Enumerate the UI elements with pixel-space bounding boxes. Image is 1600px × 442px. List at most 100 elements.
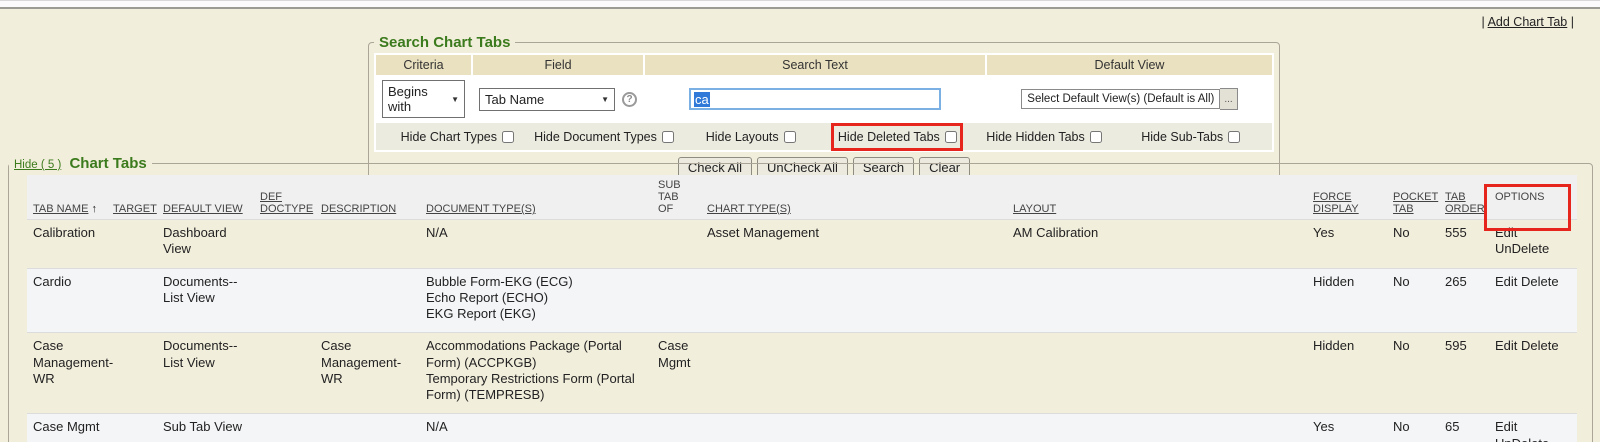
add-chart-tab-row: | Add Chart Tab |: [1482, 15, 1574, 29]
column-header-chart-types[interactable]: CHART TYPE(S): [707, 203, 791, 215]
hide-deleted-tabs-checkbox-input[interactable]: [945, 131, 957, 143]
cell-default-view: Dashboard View: [157, 220, 254, 269]
column-header-default-view[interactable]: DEFAULT VIEW: [163, 203, 243, 215]
checkbox-label: Hide Sub-Tabs: [1141, 130, 1223, 144]
table-row: Calibration Dashboard View N/A Asset Man…: [27, 220, 1577, 269]
help-icon[interactable]: ?: [622, 92, 637, 107]
cell-document-types: Bubble Form-EKG (ECG) Echo Report (ECHO)…: [420, 268, 652, 333]
hide-deleted-tabs-checkbox[interactable]: Hide Deleted Tabs: [838, 130, 957, 144]
delete-link[interactable]: Delete: [1521, 274, 1559, 289]
checkbox-label: Hide Deleted Tabs: [838, 130, 940, 144]
cell-default-view: Documents-- List View: [157, 333, 254, 414]
cell-document-types: N/A: [420, 220, 652, 269]
column-header-tab-name[interactable]: TAB NAME: [33, 203, 88, 215]
table-row: Case Management- WR Documents-- List Vie…: [27, 333, 1577, 414]
search-text-input[interactable]: ca: [689, 88, 941, 110]
cell-sub-tab-of: [652, 220, 701, 269]
default-view-picker[interactable]: Select Default View(s) (Default is All) …: [1021, 88, 1237, 110]
column-header-def-doctype[interactable]: DEF DOCTYPE: [260, 191, 313, 215]
delete-link[interactable]: Delete: [1521, 338, 1559, 353]
hide-sub-tabs-checkbox[interactable]: Hide Sub-Tabs: [1141, 130, 1240, 144]
hide-layouts-checkbox-input[interactable]: [784, 131, 796, 143]
hide-document-types-checkbox-input[interactable]: [662, 131, 674, 143]
search-text-column-header: Search Text: [645, 55, 985, 75]
cell-description: [315, 414, 420, 442]
cell-layout: [1007, 333, 1307, 414]
sort-ascending-icon: ↑: [91, 203, 97, 215]
hide-layouts-checkbox[interactable]: Hide Layouts: [706, 130, 796, 144]
cell-sub-tab-of: [652, 414, 701, 442]
cell-tab-order: 595: [1439, 333, 1489, 414]
default-view-cell: Select Default View(s) (Default is All) …: [987, 77, 1272, 121]
cell-options: Edit Delete: [1489, 268, 1577, 333]
window-top-strip: [0, 0, 1600, 9]
cell-target: [107, 268, 157, 333]
field-cell: Tab Name ▼ ?: [473, 77, 643, 121]
criteria-cell: Begins with ▼: [376, 77, 471, 121]
chevron-down-icon: ▼: [451, 95, 459, 104]
cell-tab-order: 265: [1439, 268, 1489, 333]
cell-document-types: Accommodations Package (Portal Form) (AC…: [420, 333, 652, 414]
column-header-layout[interactable]: LAYOUT: [1013, 203, 1056, 215]
column-header-pocket-tab[interactable]: POCKET TAB: [1393, 191, 1438, 215]
column-header-force-display[interactable]: FORCE DISPLAY: [1313, 191, 1359, 215]
cell-pocket-tab: No: [1387, 414, 1439, 442]
cell-tab-order: 555: [1439, 220, 1489, 269]
chart-tabs-table: TAB NAME ↑ TARGET DEFAULT VIEW DEF DOCTY…: [27, 175, 1577, 442]
column-header-description[interactable]: DESCRIPTION: [321, 203, 396, 215]
cell-tab-order: 65: [1439, 414, 1489, 442]
cell-pocket-tab: No: [1387, 268, 1439, 333]
field-selected-value: Tab Name: [485, 92, 544, 107]
cell-chart-types: Asset Management: [701, 220, 1007, 269]
cell-pocket-tab: No: [1387, 220, 1439, 269]
hide-hidden-tabs-checkbox[interactable]: Hide Hidden Tabs: [986, 130, 1101, 144]
cell-def-doctype: [254, 268, 315, 333]
cell-tab-name: Cardio: [27, 268, 107, 333]
default-view-column-header: Default View: [987, 55, 1272, 75]
field-select[interactable]: Tab Name ▼: [479, 88, 615, 111]
criteria-select[interactable]: Begins with ▼: [382, 80, 465, 118]
hide-sub-tabs-checkbox-input[interactable]: [1228, 131, 1240, 143]
cell-tab-name: Case Management- WR: [27, 333, 107, 414]
chart-tabs-title: Chart Tabs: [69, 155, 146, 172]
cell-def-doctype: [254, 333, 315, 414]
default-view-browse-button[interactable]: ...: [1220, 88, 1237, 110]
cell-layout: AM Calibration: [1007, 220, 1307, 269]
default-view-value: Select Default View(s) (Default is All): [1021, 89, 1220, 109]
add-chart-tab-link[interactable]: Add Chart Tab: [1488, 15, 1568, 29]
cell-def-doctype: [254, 220, 315, 269]
hide-chart-types-checkbox[interactable]: Hide Chart Types: [401, 130, 514, 144]
hide-results-link[interactable]: Hide ( 5 ): [14, 159, 61, 171]
cell-chart-types: [701, 414, 1007, 442]
cell-document-types: N/A: [420, 414, 652, 442]
edit-link[interactable]: Edit: [1495, 338, 1517, 353]
table-header-row: TAB NAME ↑ TARGET DEFAULT VIEW DEF DOCTY…: [27, 175, 1577, 220]
column-header-document-types[interactable]: DOCUMENT TYPE(S): [426, 203, 536, 215]
cell-default-view: Sub Tab View: [157, 414, 254, 442]
search-panel-title: Search Chart Tabs: [374, 34, 515, 51]
edit-link[interactable]: Edit: [1495, 225, 1517, 240]
cell-def-doctype: [254, 414, 315, 442]
cell-pocket-tab: No: [1387, 333, 1439, 414]
checkbox-label: Hide Hidden Tabs: [986, 130, 1084, 144]
undelete-link[interactable]: UnDelete: [1495, 436, 1549, 442]
search-text-cell: ca: [645, 77, 985, 121]
selected-text: ca: [694, 92, 710, 107]
table-row: Cardio Documents-- List View Bubble Form…: [27, 268, 1577, 333]
column-header-target[interactable]: TARGET: [113, 203, 157, 215]
cell-sub-tab-of: Case Mgmt: [652, 333, 701, 414]
hide-chart-types-checkbox-input[interactable]: [502, 131, 514, 143]
column-header-tab-order[interactable]: TAB ORDER: [1445, 191, 1485, 215]
checkbox-label: Hide Document Types: [534, 130, 657, 144]
hide-hidden-tabs-checkbox-input[interactable]: [1090, 131, 1102, 143]
edit-link[interactable]: Edit: [1495, 419, 1517, 434]
cell-tab-name: Calibration: [27, 220, 107, 269]
cell-default-view: Documents-- List View: [157, 268, 254, 333]
cell-description: [315, 220, 420, 269]
chevron-down-icon: ▼: [601, 95, 609, 104]
hide-document-types-checkbox[interactable]: Hide Document Types: [534, 130, 674, 144]
edit-link[interactable]: Edit: [1495, 274, 1517, 289]
undelete-link[interactable]: UnDelete: [1495, 241, 1549, 256]
cell-sub-tab-of: [652, 268, 701, 333]
cell-description: [315, 268, 420, 333]
